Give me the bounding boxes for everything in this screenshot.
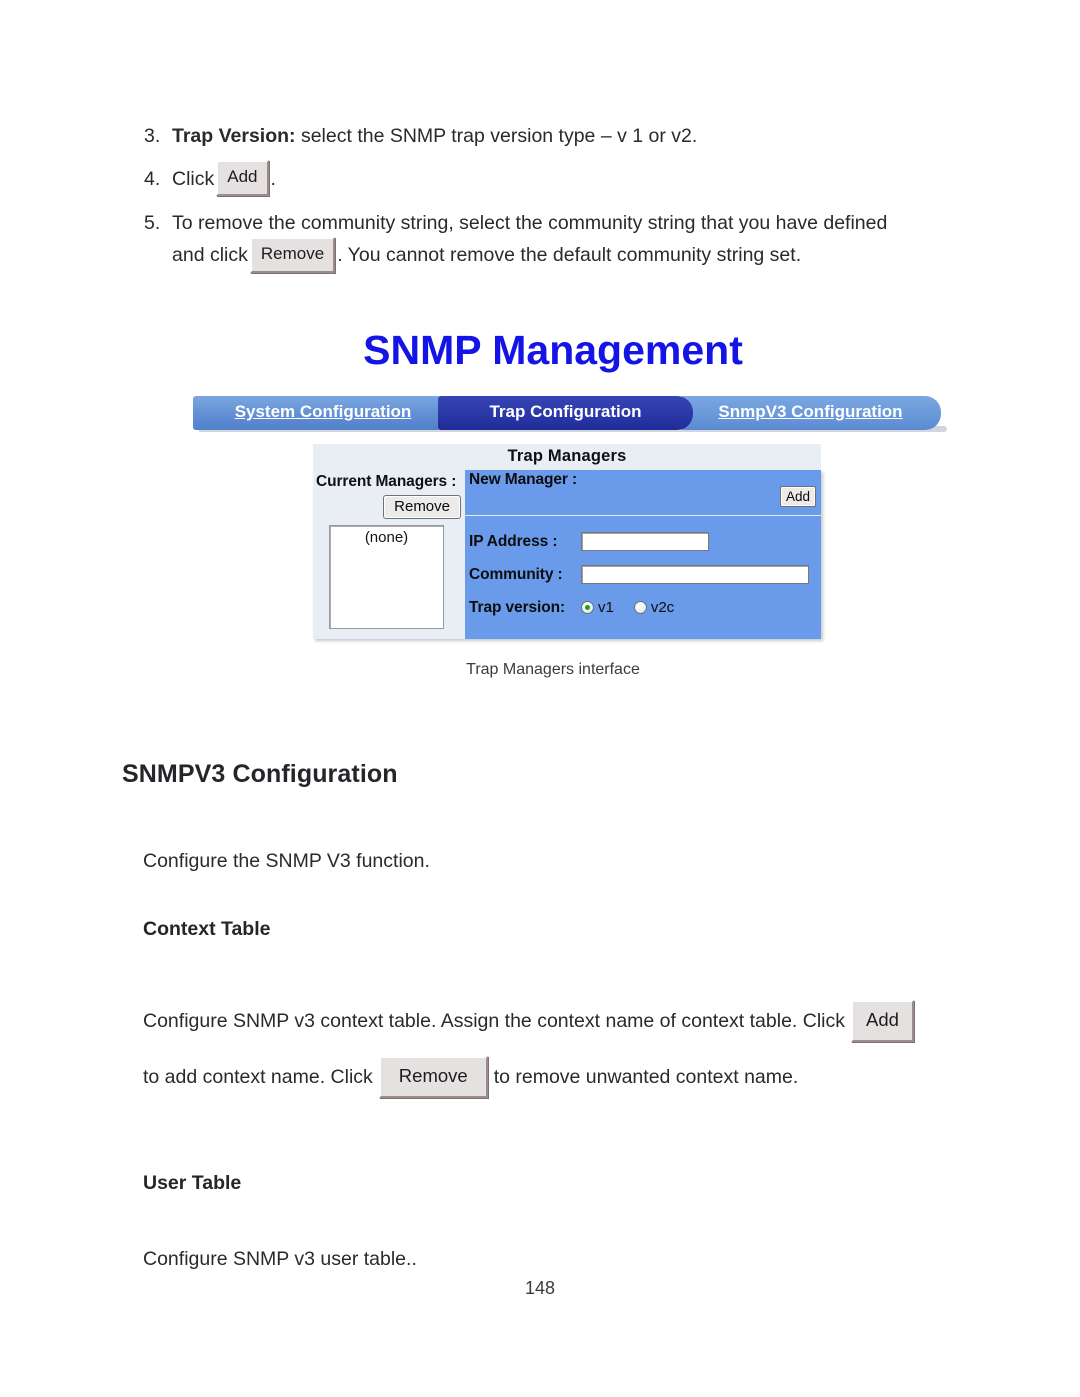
ip-address-input[interactable] <box>581 532 709 551</box>
list-item-text: To remove the community string, select t… <box>172 207 985 273</box>
context-line2-after-text: to remove unwanted context name. <box>493 1066 799 1088</box>
community-label: Community : <box>469 565 563 583</box>
list-item-5-line2: and click Remove. You cannot remove the d… <box>172 236 985 273</box>
snmpv3-configuration-heading: SNMPV3 Configuration <box>122 760 398 788</box>
current-managers-label-row: Current Managers : <box>313 470 465 494</box>
list-item-5: 5. To remove the community string, selec… <box>140 207 985 273</box>
community-input[interactable] <box>581 565 809 584</box>
new-manager-label: New Manager : <box>469 471 578 488</box>
add-manager-button[interactable]: Add <box>779 486 816 507</box>
list-item-number: 5. <box>144 212 161 235</box>
instruction-list: 3. Trap Version: select the SNMP trap ve… <box>140 120 985 284</box>
tab-trap-configuration-label: Trap Configuration <box>489 402 642 421</box>
remove-button-wrap: Remove <box>313 494 465 519</box>
tab-trap-configuration[interactable]: Trap Configuration <box>438 396 693 430</box>
radio-selected-icon[interactable] <box>581 601 594 614</box>
current-managers-label: Current Managers : <box>316 473 457 490</box>
list-item-text: Click Add. <box>172 160 985 197</box>
remove-button-inline[interactable]: Remove <box>249 236 336 273</box>
add-manager-button-wrap: Add <box>779 486 816 507</box>
current-managers-section: Current Managers : Remove (none) <box>313 470 465 639</box>
snmp-management-title: SNMP Management <box>363 327 743 373</box>
trap-managers-body: Current Managers : Remove (none) New Man… <box>313 470 821 639</box>
cannot-remove-text: . You cannot remove the default communit… <box>337 244 802 267</box>
list-item-number: 3. <box>144 125 161 147</box>
trap-version-v2c-label: v2c <box>650 599 675 616</box>
figure-caption: Trap Managers interface <box>466 661 640 678</box>
list-item-3: 3. Trap Version: select the SNMP trap ve… <box>140 120 985 152</box>
context-line1-text: Configure SNMP v3 context table. Assign … <box>143 1010 846 1032</box>
trap-version-v2c-option[interactable]: v2c <box>633 599 675 616</box>
tab-snmpv3-configuration[interactable]: SnmpV3 Configuration <box>680 396 941 430</box>
ip-address-row: IP Address : <box>469 525 821 558</box>
trap-version-radio-group: v1 v2c <box>581 599 674 616</box>
trap-managers-panel: Trap Managers Current Managers : Remove … <box>313 444 821 639</box>
remove-manager-button[interactable]: Remove <box>383 495 461 519</box>
new-manager-section: New Manager : Add IP Address : Community… <box>465 470 821 639</box>
tab-system-configuration-label: System Configuration <box>234 402 412 421</box>
list-item-text: Trap Version: select the SNMP trap versi… <box>172 120 985 152</box>
context-add-button[interactable]: Add <box>851 1000 914 1042</box>
click-text: Click <box>172 168 215 190</box>
add-button-inline[interactable]: Add <box>216 160 269 197</box>
current-managers-list-value: (none) <box>364 529 409 546</box>
user-table-paragraph: Configure SNMP v3 user table.. <box>143 1248 417 1270</box>
trap-version-rest: select the SNMP trap version type – v 1 … <box>295 125 698 147</box>
context-paragraph-line1: Configure SNMP v3 context table. Assign … <box>143 993 1023 1049</box>
context-line2-before-text: to add context name. Click <box>143 1066 373 1088</box>
list-item-5-line1: To remove the community string, select t… <box>172 212 888 235</box>
document-page: 3. Trap Version: select the SNMP trap ve… <box>0 0 1080 1397</box>
current-managers-listbox[interactable]: (none) <box>329 525 444 629</box>
trap-version-v1-label: v1 <box>598 599 614 616</box>
tab-system-configuration[interactable]: System Configuration <box>193 396 453 430</box>
radio-unselected-icon[interactable] <box>633 601 647 614</box>
tab-snmpv3-configuration-label: SnmpV3 Configuration <box>718 402 903 421</box>
period-text: . <box>270 168 276 190</box>
trap-version-v1-option[interactable]: v1 <box>581 599 614 616</box>
page-number: 148 <box>524 1278 556 1298</box>
snmp-management-figure: SNMP Management System Configuration Snm… <box>0 322 1080 679</box>
ip-address-label: IP Address : <box>469 532 558 550</box>
context-paragraph-line2: to add context name. Click Remove to rem… <box>143 1049 1023 1105</box>
trap-version-label: Trap version: <box>469 598 566 616</box>
user-table-heading: User Table <box>143 1172 242 1194</box>
community-row: Community : <box>469 558 821 591</box>
list-item-4: 4. Click Add. <box>140 160 985 197</box>
context-table-paragraph: Configure SNMP v3 context table. Assign … <box>143 993 1023 1105</box>
context-remove-button[interactable]: Remove <box>378 1056 488 1098</box>
trap-managers-heading: Trap Managers <box>507 447 627 465</box>
snmpv3-intro-paragraph: Configure the SNMP V3 function. <box>143 850 430 872</box>
trap-version-lead: Trap Version: <box>172 125 296 147</box>
tab-strip: System Configuration SnmpV3 Configuratio… <box>193 396 947 432</box>
list-item-number: 4. <box>144 168 161 190</box>
trap-version-row: Trap version: v1 v2c <box>469 591 821 624</box>
context-table-heading: Context Table <box>143 918 271 940</box>
new-manager-fields: IP Address : Community : Trap version: v… <box>465 516 821 634</box>
new-manager-header: New Manager : Add <box>465 470 821 516</box>
and-click-text: and click <box>172 244 248 267</box>
